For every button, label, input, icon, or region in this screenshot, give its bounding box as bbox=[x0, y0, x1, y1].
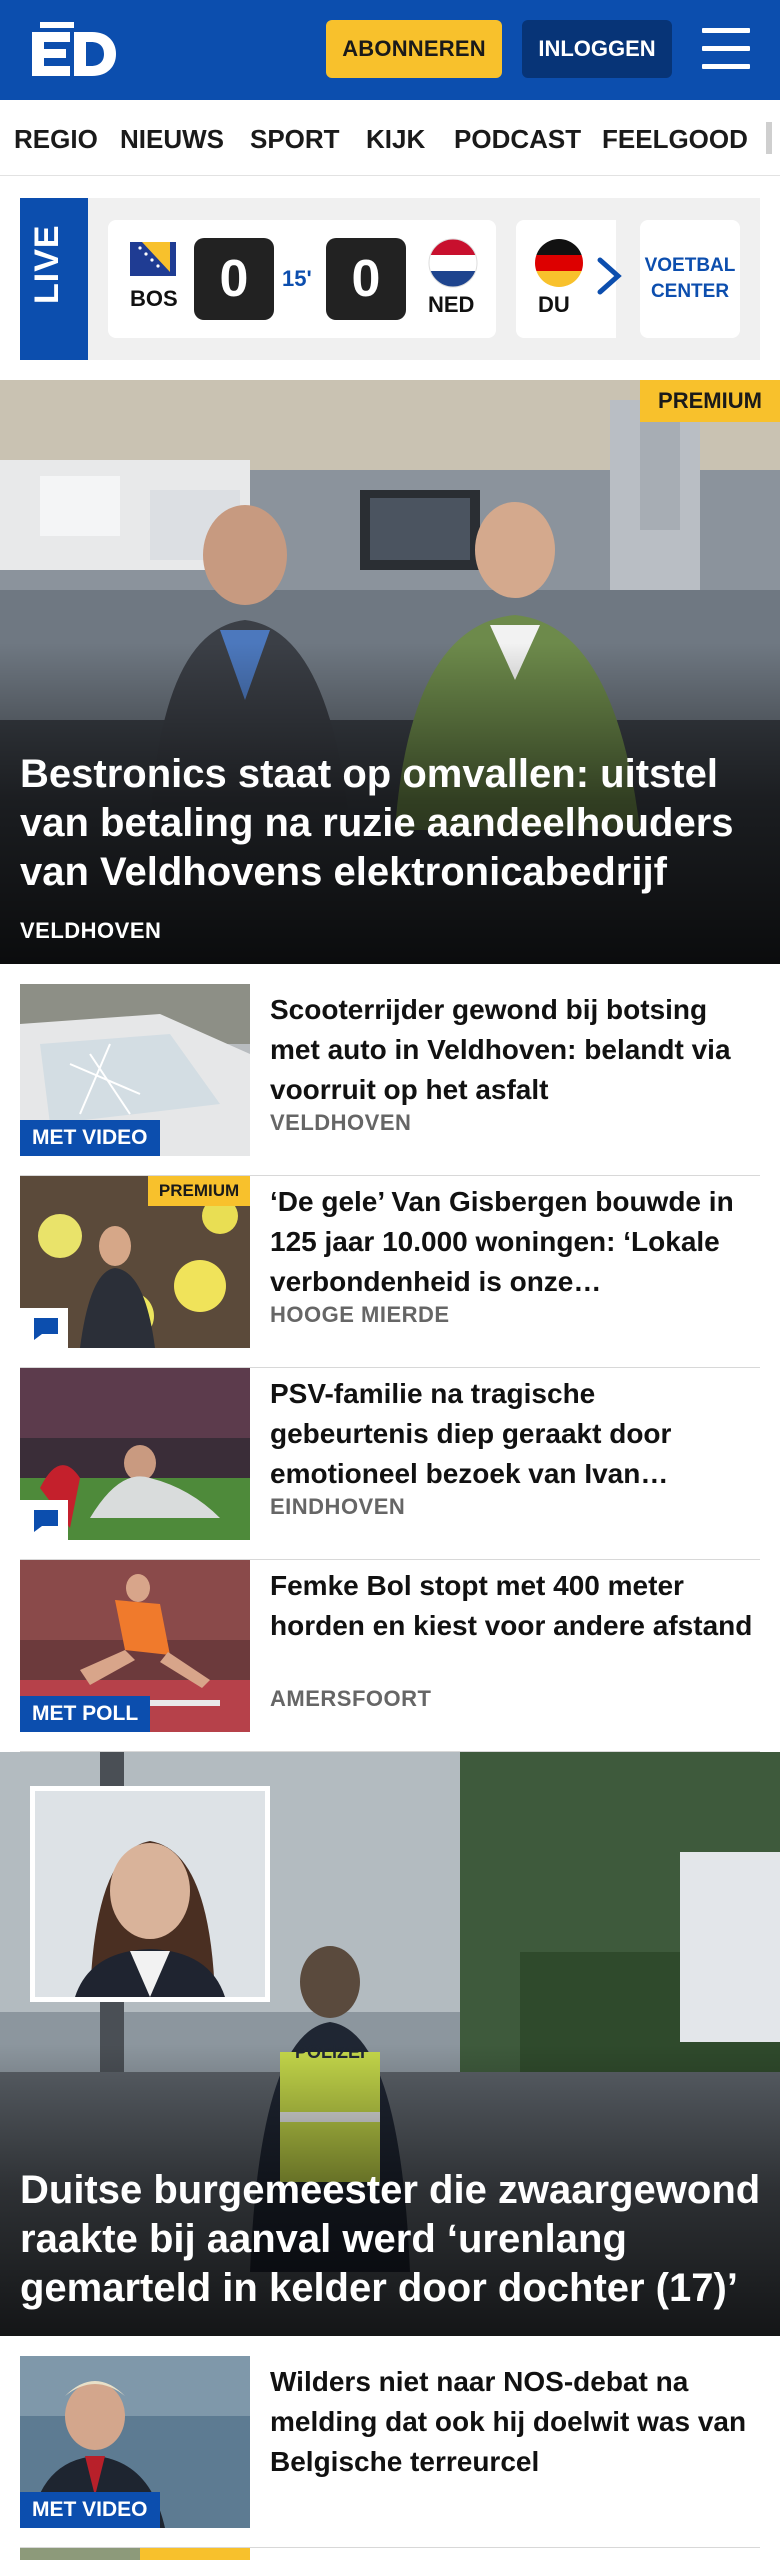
article-item[interactable]: PREMIUM ‘De gele’ Van Gisbergen bouwde i… bbox=[20, 1176, 760, 1368]
nav-item-regio[interactable]: REGIO bbox=[14, 124, 98, 155]
away-score: 0 bbox=[326, 238, 406, 320]
article-headline[interactable]: PSV-familie na tragische gebeurtenis die… bbox=[270, 1374, 760, 1494]
article-headline[interactable]: Scooterrijder gewond bij botsing met aut… bbox=[270, 990, 760, 1110]
top-header: ABONNEREN INLOGGEN bbox=[0, 0, 780, 100]
comment-badge bbox=[20, 1500, 68, 1540]
comment-icon bbox=[34, 1318, 58, 1340]
ed-logo[interactable] bbox=[26, 18, 118, 80]
article-thumbnail: MET VIDEO bbox=[20, 984, 250, 1156]
hamburger-menu-icon[interactable] bbox=[700, 24, 752, 74]
feature-article[interactable]: POLIZEI Duitse burgemeester die zwaargew… bbox=[0, 1752, 780, 2336]
home-score: 0 bbox=[194, 238, 274, 320]
live-scores-bar: LIVE BOS 0 15' 0 NED DU VOETBAL CENTER bbox=[20, 198, 760, 360]
video-badge: MET VIDEO bbox=[20, 1120, 160, 1156]
poll-badge: MET POLL bbox=[20, 1696, 151, 1732]
match-card-bos-ned[interactable]: BOS 0 15' 0 NED bbox=[108, 220, 496, 338]
chevron-right-icon[interactable] bbox=[590, 254, 630, 298]
match-minute: 15' bbox=[282, 266, 312, 291]
home-team-code: BOS bbox=[130, 286, 178, 311]
premium-badge bbox=[140, 2548, 250, 2560]
nav-item-nieuws[interactable]: NIEUWS bbox=[120, 124, 224, 155]
article-item[interactable]: PSV-familie na tragische gebeurtenis die… bbox=[20, 1368, 760, 1560]
inset-portrait bbox=[30, 1786, 270, 2002]
article-headline[interactable]: Femke Bol stopt met 400 meter horden en … bbox=[270, 1566, 760, 1646]
next-article-thumbnail bbox=[20, 2548, 250, 2560]
next-team-code: DU bbox=[538, 292, 570, 317]
article-thumbnail: PREMIUM bbox=[20, 1176, 250, 1348]
article-headline[interactable]: ‘De gele’ Van Gisbergen bouwde in 125 ja… bbox=[270, 1182, 760, 1302]
premium-badge: PREMIUM bbox=[640, 380, 780, 422]
video-badge: MET VIDEO bbox=[20, 2492, 160, 2528]
article-thumbnail: MET POLL bbox=[20, 1560, 250, 1732]
hero-headline[interactable]: Bestronics staat op omvallen: uitstel va… bbox=[20, 750, 760, 897]
nav-item-sport[interactable]: SPORT bbox=[250, 124, 340, 155]
comment-badge bbox=[20, 1308, 68, 1348]
article-thumbnail: MET VIDEO bbox=[20, 2356, 250, 2528]
article-location: EINDHOVEN bbox=[270, 1494, 406, 1519]
netherlands-flag-icon bbox=[428, 238, 478, 288]
article-location: AMERSFOORT bbox=[270, 1686, 432, 1711]
germany-flag-icon bbox=[535, 239, 583, 287]
feature-headline[interactable]: Duitse burgemeester die zwaargewond raak… bbox=[20, 2166, 770, 2313]
hero-location: VELDHOVEN bbox=[20, 918, 162, 943]
live-label: LIVE bbox=[20, 198, 88, 360]
nav-item-podcast[interactable]: PODCAST bbox=[454, 124, 581, 155]
vest-text: POLIZEI bbox=[294, 2042, 365, 2062]
bosnia-flag-icon bbox=[130, 242, 176, 276]
article-thumbnail bbox=[20, 1368, 250, 1540]
article-location: HOOGE MIERDE bbox=[270, 1302, 450, 1327]
nav-overflow-indicator bbox=[766, 122, 772, 154]
voetbal-center-link[interactable]: VOETBAL CENTER bbox=[640, 220, 740, 338]
article-item[interactable]: MET VIDEO Wilders niet naar NOS-debat na… bbox=[20, 2356, 760, 2548]
login-button[interactable]: INLOGGEN bbox=[522, 20, 672, 78]
away-team-code: NED bbox=[428, 292, 475, 317]
article-location: VELDHOVEN bbox=[270, 1110, 412, 1135]
article-item[interactable]: MET VIDEO Scooterrijder gewond bij botsi… bbox=[20, 984, 760, 1176]
subscribe-button[interactable]: ABONNEREN bbox=[326, 20, 502, 78]
section-nav: REGIO NIEUWS SPORT KIJK PODCAST FEELGOOD bbox=[0, 100, 780, 176]
article-headline[interactable]: Wilders niet naar NOS-debat na melding d… bbox=[270, 2362, 760, 2482]
nav-item-kijk[interactable]: KIJK bbox=[366, 124, 425, 155]
comment-icon bbox=[34, 1510, 58, 1532]
nav-item-feelgood[interactable]: FEELGOOD bbox=[602, 124, 748, 155]
premium-badge: PREMIUM bbox=[148, 1176, 250, 1206]
article-item[interactable]: MET POLL Femke Bol stopt met 400 meter h… bbox=[20, 1560, 760, 1752]
hero-article[interactable]: PREMIUM Bestronics staat op omvallen: ui… bbox=[0, 380, 780, 964]
